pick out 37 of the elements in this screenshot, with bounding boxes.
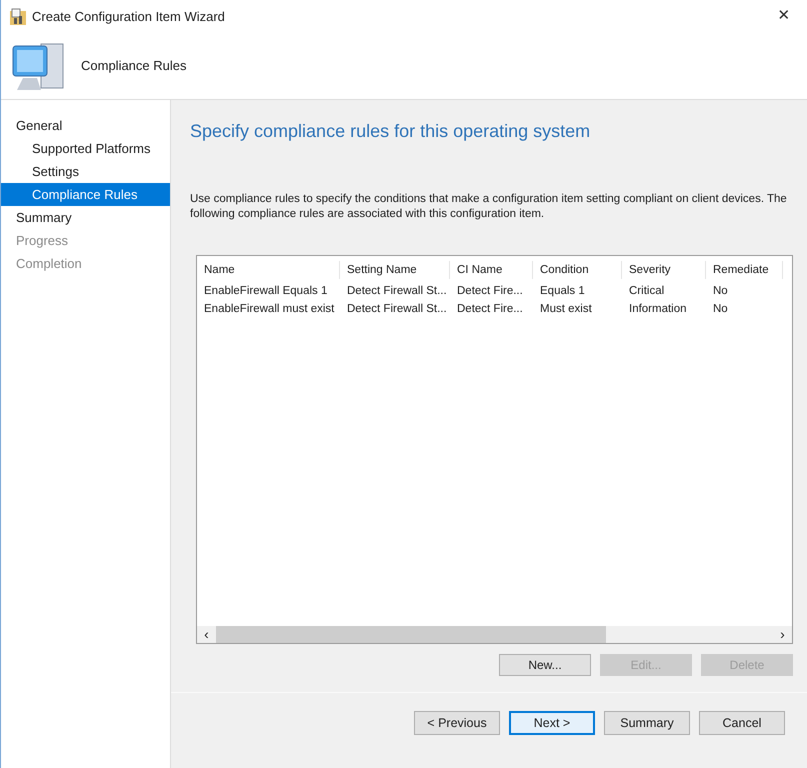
wizard-button[interactable]: Next > [509, 711, 595, 735]
column-header[interactable]: CI Name [450, 261, 533, 279]
page-heading: Specify compliance rules for this operating system [190, 120, 592, 143]
nav-item[interactable]: Settings [1, 160, 170, 183]
wizard-button[interactable]: Cancel [699, 711, 785, 735]
table-cell-text: Information [628, 302, 688, 318]
close-button[interactable]: ✕ [769, 4, 799, 30]
nav-item[interactable]: Supported Platforms [1, 137, 170, 160]
column-header[interactable]: Setting Name [340, 261, 450, 279]
table-cell-text: Detect Firewall St... [346, 284, 448, 300]
action-button[interactable]: New... [499, 654, 591, 676]
nav-item[interactable]: Compliance Rules [1, 183, 170, 206]
page-header-title: Compliance Rules [81, 57, 186, 76]
table-cell-text: Detect Firewall St... [346, 302, 448, 318]
table-cell-text: EnableFirewall must exist [203, 302, 336, 318]
wizard-button[interactable]: Summary [604, 711, 690, 735]
scroll-left-button[interactable]: ‹ [197, 626, 216, 643]
column-header[interactable]: Severity [622, 261, 706, 279]
table-cell-text: Detect Fire... [456, 284, 524, 300]
window-title: Create Configuration Item Wizard [32, 8, 225, 26]
table-cell-text: Equals 1 [539, 284, 586, 300]
description-text: Use compliance rules to specify the conditions that make a configuration item setting compliant on client devices. The following compliance rules are associated with this configuration item. [190, 192, 788, 222]
table-cell-text: Must exist [539, 302, 593, 318]
table-cell-text: EnableFirewall Equals 1 [203, 284, 328, 300]
nav-item[interactable]: Summary [1, 206, 170, 229]
column-header[interactable]: Condition [533, 261, 622, 279]
app-icon [9, 8, 27, 26]
wizard-button[interactable]: < Previous [414, 711, 500, 735]
nav-item[interactable]: General [1, 114, 170, 137]
table-cell-text: Detect Fire... [456, 302, 524, 318]
column-header[interactable]: Name [197, 261, 340, 279]
table-cell-text: Critical [628, 284, 666, 300]
column-header[interactable]: Remediate [706, 261, 783, 279]
scroll-right-button[interactable]: › [773, 626, 792, 643]
table-cell-text: No [712, 284, 729, 300]
table-cell-text: No [712, 302, 729, 318]
scrollbar-thumb[interactable] [216, 626, 606, 643]
